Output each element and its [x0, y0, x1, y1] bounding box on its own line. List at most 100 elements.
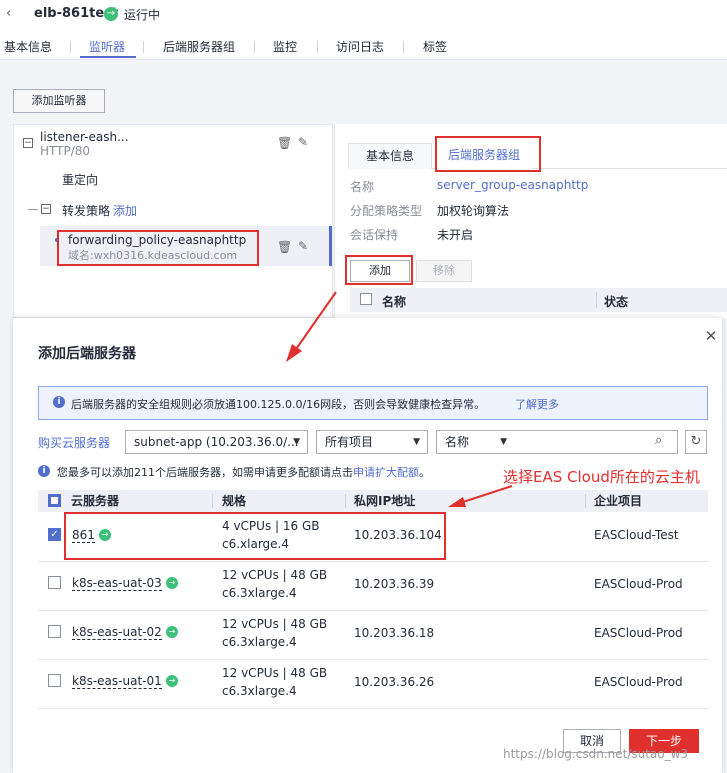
column-private-ip: 私网IP地址: [354, 494, 416, 508]
watermark: https://blog.csdn.net/sutao_w3: [503, 747, 689, 761]
listener-name[interactable]: listener-eash...: [40, 130, 129, 144]
search-field-value: 名称: [445, 435, 470, 449]
row-checkbox[interactable]: [48, 576, 61, 589]
edit-listener-icon[interactable]: ✎: [298, 135, 308, 149]
server-private-ip: 10.203.36.26: [354, 675, 435, 689]
highlight-box-add: [345, 255, 413, 285]
info-banner-text: 后端服务器的安全组规则必须放通100.125.0.0/16网段，否则会导致健康检…: [71, 398, 486, 411]
tree-connector: [28, 209, 38, 210]
server-flavor: c6.3xlarge.4: [222, 635, 297, 649]
chevron-down-icon: ▼: [413, 437, 420, 447]
redirect-item[interactable]: 重定向: [62, 171, 98, 188]
tab-divider: [70, 41, 71, 53]
info-icon: i: [38, 465, 50, 477]
server-project: EASCloud-Prod: [594, 675, 683, 689]
refresh-button[interactable]: ↻: [685, 430, 707, 454]
collapse-listener-icon[interactable]: −: [23, 138, 33, 148]
delete-policy-icon[interactable]: 🗑: [277, 240, 292, 254]
server-spec: 12 vCPUs | 48 GB: [222, 617, 328, 631]
chevron-down-icon: ▼: [500, 437, 507, 447]
server-flavor: c6.3xlarge.4: [222, 586, 297, 600]
project-select[interactable]: 所有项目 ▼: [316, 430, 428, 454]
server-project: EASCloud-Prod: [594, 626, 683, 640]
column-divider: [212, 494, 213, 508]
tab-divider: [143, 41, 144, 53]
running-status-icon: →: [104, 7, 118, 21]
row-checkbox[interactable]: [48, 674, 61, 687]
column-enterprise-project: 企业项目: [594, 494, 643, 508]
info-icon: i: [53, 396, 65, 408]
delete-listener-icon[interactable]: 🗑: [277, 136, 292, 150]
column-spec: 规格: [222, 494, 247, 508]
close-icon[interactable]: ✕: [704, 329, 718, 344]
subtab-basic-info[interactable]: 基本信息: [348, 143, 432, 169]
row-divider: [38, 610, 708, 611]
learn-more-link[interactable]: 了解更多: [515, 396, 559, 412]
overlay-margin: [0, 318, 13, 773]
tab-backend-groups[interactable]: 后端服务器组: [163, 38, 235, 55]
column-server: 云服务器: [71, 494, 120, 508]
add-forwarding-policy-link[interactable]: 添加: [113, 202, 137, 219]
server-project: EASCloud-Test: [594, 528, 679, 542]
select-all-checkbox[interactable]: [48, 494, 61, 507]
remove-backend-button[interactable]: 移除: [416, 260, 472, 282]
listener-protocol: HTTP/80: [40, 144, 91, 158]
server-spec: 12 vCPUs | 48 GB: [222, 666, 328, 680]
edit-policy-icon[interactable]: ✎: [298, 239, 308, 253]
group-name-key: 名称: [350, 180, 375, 194]
column-divider: [345, 494, 346, 508]
dialog-title: 添加后端服务器: [38, 346, 136, 362]
session-key: 会话保持: [350, 228, 399, 242]
add-listener-button[interactable]: 添加监听器: [13, 89, 105, 113]
tab-monitoring[interactable]: 监控: [273, 38, 297, 55]
server-name-link[interactable]: k8s-eas-uat-01: [72, 674, 162, 689]
column-status: 状态: [604, 295, 629, 309]
subnet-select-value: subnet-app (10.203.36.0/...: [134, 435, 299, 449]
running-status-icon: →: [166, 626, 178, 638]
row-checkbox[interactable]: ✓: [48, 528, 61, 541]
quota-period: 。: [419, 466, 430, 479]
server-private-ip: 10.203.36.39: [354, 577, 435, 591]
search-icon[interactable]: ⌕: [655, 434, 669, 448]
refresh-icon: ↻: [690, 434, 702, 449]
running-status-icon: →: [166, 675, 178, 687]
row-checkbox[interactable]: [48, 625, 61, 638]
annotation-text: 选择EAS Cloud所在的云主机: [503, 468, 700, 486]
project-select-value: 所有项目: [325, 435, 374, 449]
column-name: 名称: [382, 295, 407, 309]
highlight-box-server: [64, 512, 446, 560]
highlight-box-group-tab: [435, 136, 541, 172]
tab-divider: [254, 41, 255, 53]
collapse-policy-icon[interactable]: −: [41, 204, 51, 214]
highlight-box-policy: [57, 230, 259, 266]
running-status-icon: →: [166, 577, 178, 589]
backend-table-header: [350, 288, 727, 312]
server-name-link[interactable]: k8s-eas-uat-02: [72, 625, 162, 640]
server-private-ip: 10.203.36.18: [354, 626, 435, 640]
active-tab-indicator: [80, 56, 136, 58]
tab-listeners[interactable]: 监听器: [89, 38, 125, 55]
session-value: 未开启: [437, 228, 474, 242]
server-name-link[interactable]: k8s-eas-uat-03: [72, 576, 162, 591]
select-all-checkbox[interactable]: [360, 293, 372, 305]
tab-tags[interactable]: 标签: [423, 38, 447, 55]
detail-nav-tabs: 基本信息 监听器 后端服务器组 监控 访问日志 标签: [0, 34, 727, 60]
buy-server-link[interactable]: 购买云服务器: [38, 434, 110, 451]
row-divider: [38, 659, 708, 660]
column-divider: [596, 292, 597, 308]
tab-access-logs[interactable]: 访问日志: [336, 38, 384, 55]
tab-basic-info[interactable]: 基本信息: [4, 38, 52, 55]
forwarding-policy-label: 转发策略: [62, 204, 111, 218]
algorithm-key: 分配策略类型: [350, 204, 423, 218]
tab-divider: [317, 41, 318, 53]
request-quota-link[interactable]: 申请扩大配额: [353, 466, 419, 479]
subnet-select[interactable]: subnet-app (10.203.36.0/... ▼: [125, 430, 308, 454]
back-arrow-icon[interactable]: ‹: [6, 7, 16, 20]
selected-indicator: [329, 226, 332, 266]
server-flavor: c6.3xlarge.4: [222, 684, 297, 698]
search-input[interactable]: [514, 430, 678, 454]
row-divider: [38, 708, 708, 709]
quota-notice: 您最多可以添加211个后端服务器，如需申请更多配额请点击申请扩大配额。: [57, 464, 430, 480]
group-name-value[interactable]: server_group-easnaphttp: [437, 178, 588, 192]
search-field-select[interactable]: 名称 ▼: [436, 430, 515, 454]
